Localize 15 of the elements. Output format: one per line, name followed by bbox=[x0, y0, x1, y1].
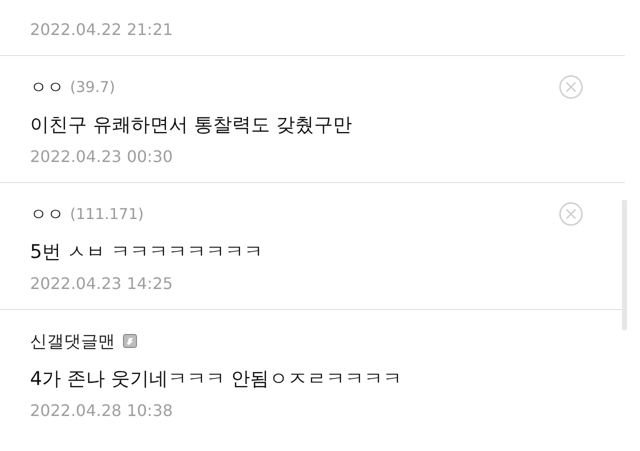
comment-date: 2022.04.22 21:21 bbox=[30, 19, 173, 41]
comment-text: 5번 ㅅㅂ ㅋㅋㅋㅋㅋㅋㅋㅋ bbox=[30, 240, 264, 265]
delete-button[interactable] bbox=[559, 75, 583, 99]
scrollbar[interactable] bbox=[622, 200, 627, 330]
comment-author: ㅇㅇ bbox=[30, 76, 64, 98]
ip-address: (111.171) bbox=[70, 205, 144, 223]
comment-text: 이친구 유쾌하면서 통찰력도 갖췄구만 bbox=[30, 113, 352, 138]
delete-button[interactable] bbox=[559, 202, 583, 226]
comment-date: 2022.04.23 00:30 bbox=[30, 146, 173, 168]
ip-address: (39.7) bbox=[70, 78, 116, 96]
comment-date: 2022.04.28 10:38 bbox=[30, 400, 173, 422]
comment-author: 신갤댓글맨 bbox=[30, 330, 115, 352]
comment-author: ㅇㅇ bbox=[30, 204, 64, 226]
comment-text: 4가 존나 웃기네ㅋㅋㅋ 안됨ㅇㅈㄹㅋㅋㅋㅋ bbox=[30, 367, 402, 392]
comment-date: 2022.04.23 14:25 bbox=[30, 273, 173, 295]
